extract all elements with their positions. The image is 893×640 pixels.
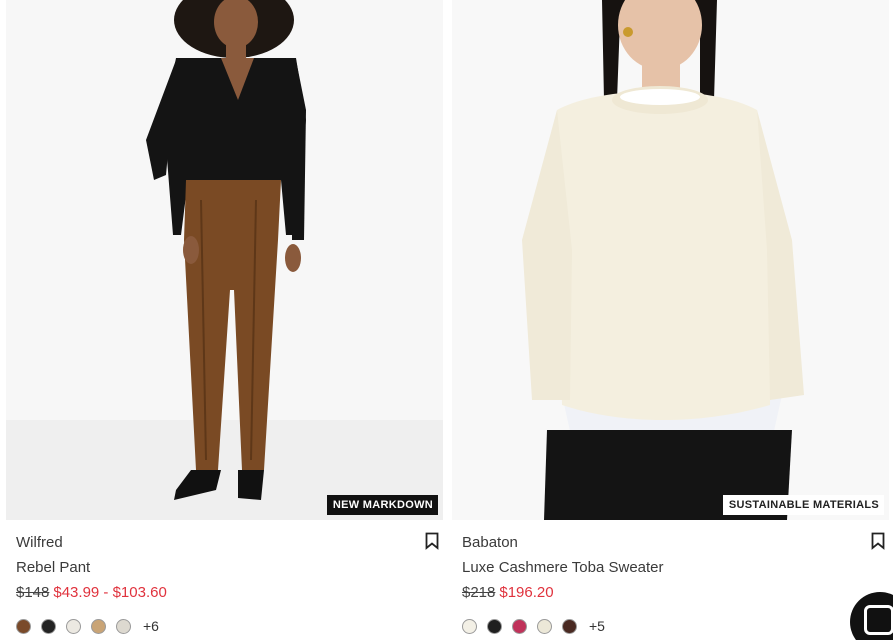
color-swatches: +6 (16, 618, 159, 634)
product-price: $218 $196.20 (462, 584, 554, 601)
bookmark-icon[interactable] (425, 532, 439, 550)
product-image[interactable]: NEW MARKDOWN (6, 0, 443, 520)
product-name[interactable]: Rebel Pant (16, 559, 90, 576)
product-grid: NEW MARKDOWN Wilfred Rebel Pant $148 $43.… (0, 0, 893, 640)
color-swatch[interactable] (41, 618, 56, 634)
original-price: $148 (16, 584, 50, 601)
color-swatches: +5 (462, 618, 605, 634)
color-swatch[interactable] (487, 618, 502, 634)
color-swatch[interactable] (16, 618, 31, 634)
product-name[interactable]: Luxe Cashmere Toba Sweater (462, 559, 664, 576)
color-swatch[interactable] (562, 618, 577, 634)
badge-sustainable-materials: SUSTAINABLE MATERIALS (722, 495, 884, 515)
chat-bubble-shape (864, 605, 893, 635)
more-colors[interactable]: +5 (589, 618, 605, 634)
product-card[interactable]: SUSTAINABLE MATERIALS Babaton Luxe Cashm… (452, 0, 889, 640)
bookmark-icon[interactable] (871, 532, 885, 550)
product-image[interactable]: SUSTAINABLE MATERIALS (452, 0, 889, 520)
sale-price: $196.20 (499, 584, 554, 601)
product-brand[interactable]: Wilfred (16, 534, 63, 551)
color-swatch[interactable] (116, 618, 131, 634)
product-brand[interactable]: Babaton (462, 534, 518, 551)
color-swatch[interactable] (66, 618, 81, 634)
model-photo-sweater (452, 0, 889, 520)
color-swatch[interactable] (462, 618, 477, 634)
model-photo-pants (6, 0, 443, 520)
product-card[interactable]: NEW MARKDOWN Wilfred Rebel Pant $148 $43.… (6, 0, 443, 640)
color-swatch[interactable] (537, 618, 552, 634)
badge-new-markdown: NEW MARKDOWN (326, 495, 438, 515)
more-colors[interactable]: +6 (143, 618, 159, 634)
product-price: $148 $43.99 - $103.60 (16, 584, 167, 601)
original-price: $218 (462, 584, 496, 601)
color-swatch[interactable] (91, 618, 106, 634)
color-swatch[interactable] (512, 618, 527, 634)
sale-price: $43.99 - $103.60 (53, 584, 167, 601)
